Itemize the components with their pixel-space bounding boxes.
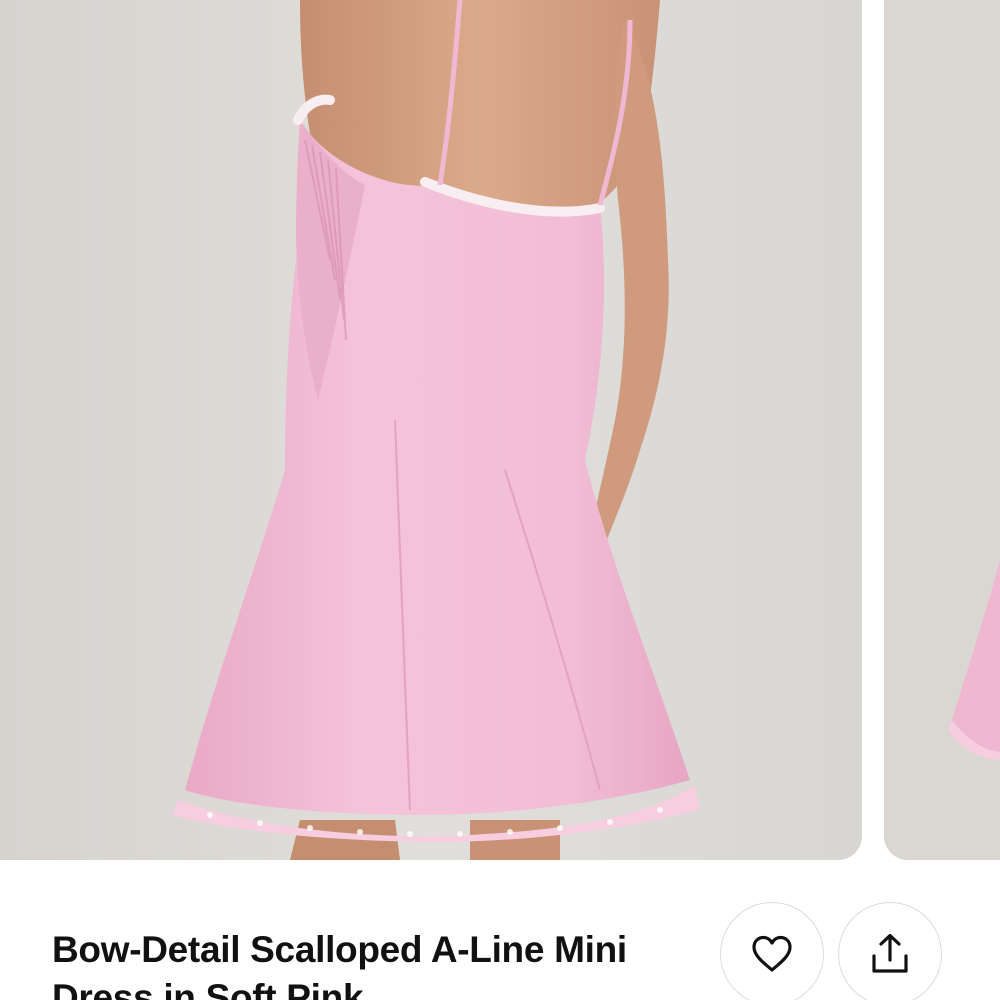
- product-image-carousel[interactable]: [0, 0, 1000, 860]
- product-photo-main[interactable]: [0, 0, 862, 860]
- favorite-button[interactable]: [720, 902, 824, 1000]
- product-screen: Bow-Detail Scalloped A-Line Mini Dress i…: [0, 0, 1000, 1000]
- product-photo-next-image: [884, 0, 1000, 860]
- product-photo-next[interactable]: [884, 0, 1000, 860]
- share-button[interactable]: [838, 902, 942, 1000]
- product-photo-main-image: [0, 0, 862, 860]
- heart-outline-icon: [752, 935, 792, 972]
- share-upload-icon: [872, 933, 908, 973]
- product-title: Bow-Detail Scalloped A-Line Mini Dress i…: [52, 929, 627, 1000]
